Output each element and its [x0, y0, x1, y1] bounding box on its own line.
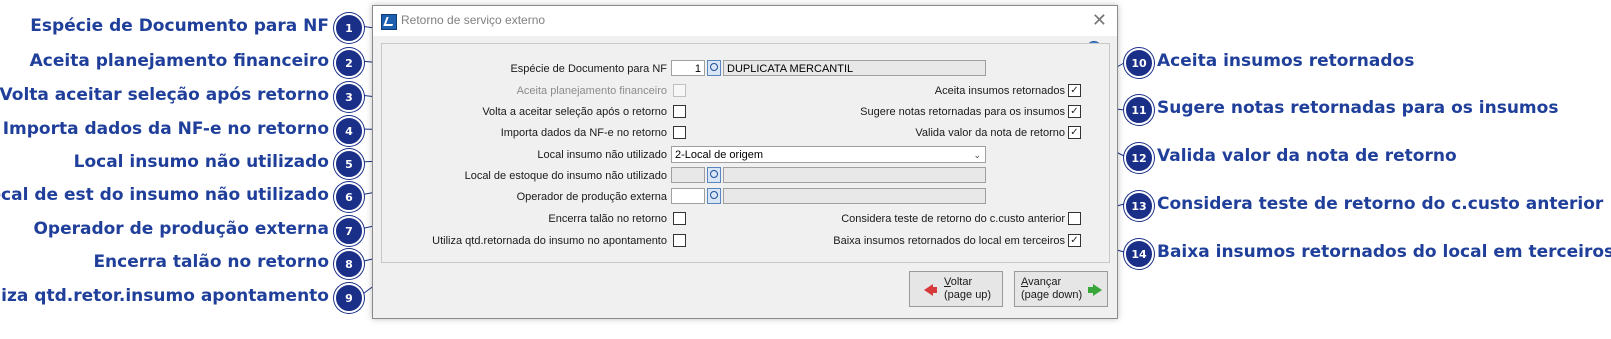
aceita-insumos-label: Aceita insumos retornados	[934, 85, 1065, 97]
utiliza-qtd-label: Utiliza qtd.retornada do insumo no apont…	[432, 235, 667, 247]
volta-aceitar-label: Volta a aceitar seleção após o retorno	[482, 106, 667, 118]
callout-label-13: Considera teste de retorno do c.custo an…	[1157, 194, 1604, 214]
voltar-button-text: Voltar (page up)	[944, 276, 991, 302]
callout-badge-2: 2	[334, 48, 364, 78]
aceita-planejamento-checkbox[interactable]	[673, 84, 686, 97]
callout-label-7: Operador de produção externa	[33, 219, 329, 239]
callout-badge-10: 10	[1124, 48, 1154, 78]
callout-badge-7: 7	[334, 216, 364, 246]
avancar-button[interactable]: Avançar (page down)	[1014, 271, 1108, 307]
operador-code-field[interactable]	[671, 188, 705, 204]
baixa-insumos-label: Baixa insumos retornados do local em ter…	[833, 235, 1065, 247]
app-icon	[381, 14, 397, 30]
avancar-button-text: Avançar (page down)	[1021, 276, 1082, 302]
considera-teste-checkbox[interactable]	[1068, 212, 1081, 225]
operador-lookup-icon[interactable]	[707, 188, 721, 204]
local-estoque-label: Local de estoque do insumo não utilizado	[464, 170, 667, 182]
callout-label-5: Local insumo não utilizado	[73, 152, 329, 172]
avancar-label: vançar	[1028, 276, 1062, 288]
callout-label-10: Aceita insumos retornados	[1157, 51, 1415, 71]
local-estoque-desc-field	[723, 167, 986, 183]
importa-dados-checkbox[interactable]	[673, 126, 686, 139]
callout-badge-8: 8	[334, 249, 364, 279]
encerra-label: Encerra talão no retorno	[548, 213, 667, 225]
retorno-dialog: Retorno de serviço externo ✕ ? Espécie d…	[372, 5, 1118, 319]
voltar-accel-key: V	[944, 276, 951, 288]
callout-label-1: Espécie de Documento para NF	[30, 16, 329, 36]
voltar-sublabel: (page up)	[944, 289, 992, 301]
callout-badge-14: 14	[1124, 239, 1154, 269]
callout-badge-4: 4	[334, 116, 364, 146]
utiliza-qtd-checkbox[interactable]	[673, 234, 686, 247]
encerra-checkbox[interactable]	[673, 212, 686, 225]
local-insumo-value: 2-Local de origem	[675, 149, 764, 161]
dialog-titlebar[interactable]: Retorno de serviço externo ✕	[373, 6, 1117, 36]
callout-badge-11: 11	[1124, 95, 1154, 125]
aceita-planejamento-label: Aceita planejamento financeiro	[516, 85, 667, 97]
arrow-left-icon	[924, 284, 937, 296]
especie-label: Espécie de Documento para NF	[510, 63, 667, 75]
baixa-insumos-checkbox[interactable]: ✓	[1068, 234, 1081, 247]
callout-label-14: Baixa insumos retornados do local em ter…	[1157, 242, 1611, 262]
valida-valor-label: Valida valor da nota de retorno	[915, 127, 1065, 139]
callout-label-11: Sugere notas retornadas para os insumos	[1157, 98, 1559, 118]
operador-desc-field	[723, 188, 986, 204]
arrow-right-icon	[1088, 284, 1102, 296]
aceita-insumos-checkbox[interactable]: ✓	[1068, 84, 1081, 97]
operador-label: Operador de produção externa	[516, 191, 667, 203]
dialog-title: Retorno de serviço externo	[401, 13, 546, 27]
avancar-sublabel: (page down)	[1021, 289, 1083, 301]
sugere-notas-label: Sugere notas retornadas para os insumos	[860, 106, 1065, 118]
local-insumo-label: Local insumo não utilizado	[537, 149, 667, 161]
close-button[interactable]: ✕	[1092, 10, 1107, 30]
especie-code-field[interactable]: 1	[671, 60, 705, 76]
valida-valor-checkbox[interactable]: ✓	[1068, 126, 1081, 139]
callout-label-4: Importa dados da NF-e no retorno	[2, 119, 329, 139]
callout-label-2: Aceita planejamento financeiro	[29, 51, 329, 71]
callout-badge-9: 9	[334, 283, 364, 313]
voltar-button[interactable]: Voltar (page up)	[909, 271, 1003, 307]
local-estoque-lookup-icon[interactable]	[707, 167, 721, 183]
considera-teste-label: Considera teste de retorno do c.custo an…	[841, 213, 1065, 225]
callout-label-12: Valida valor da nota de retorno	[1157, 146, 1457, 166]
callout-badge-5: 5	[334, 149, 364, 179]
chevron-down-icon: ⌄	[973, 150, 981, 160]
callout-label-3: Volta aceitar seleção após retorno	[0, 85, 329, 105]
callout-label-9: Utiliza qtd.retor.insumo apontamento	[0, 286, 329, 306]
importa-dados-label: Importa dados da NF-e no retorno	[500, 127, 667, 139]
callout-label-6: Local de est do insumo não utilizado	[0, 185, 329, 205]
callout-badge-1: 1	[334, 13, 364, 43]
callout-label-8: Encerra talão no retorno	[93, 252, 329, 272]
volta-aceitar-checkbox[interactable]	[673, 105, 686, 118]
voltar-label: oltar	[950, 276, 973, 288]
especie-desc-field: DUPLICATA MERCANTIL	[723, 60, 986, 76]
callout-badge-13: 13	[1124, 191, 1154, 221]
callout-badge-3: 3	[334, 82, 364, 112]
callout-badge-12: 12	[1124, 143, 1154, 173]
especie-lookup-icon[interactable]	[707, 60, 721, 76]
callout-badge-6: 6	[334, 182, 364, 212]
local-insumo-select[interactable]: 2-Local de origem ⌄	[671, 146, 986, 163]
sugere-notas-checkbox[interactable]: ✓	[1068, 105, 1081, 118]
local-estoque-code-field	[671, 167, 705, 183]
